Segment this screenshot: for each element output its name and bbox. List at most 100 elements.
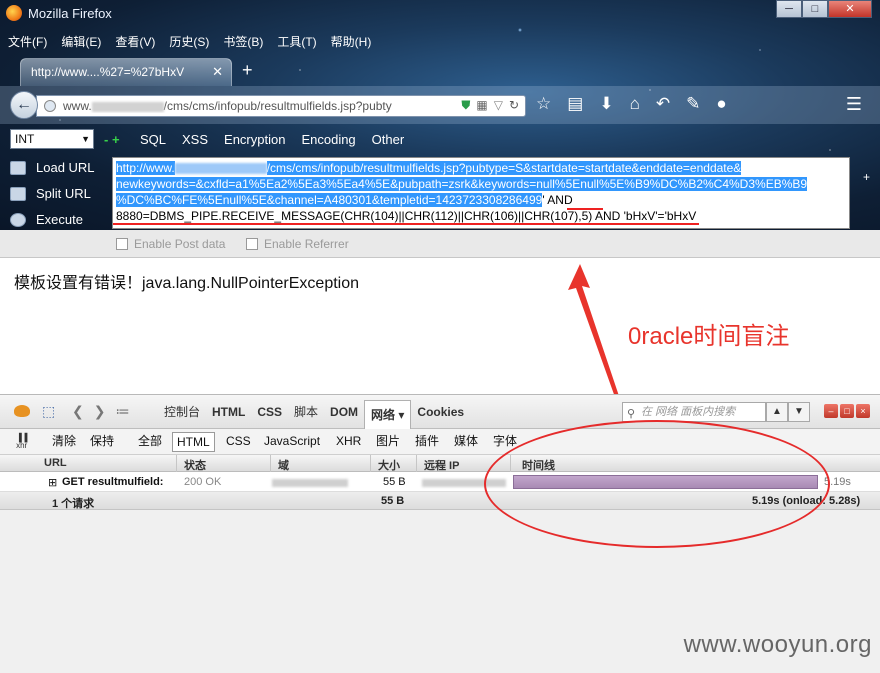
chevron-down-icon[interactable]: ▼ (788, 402, 810, 422)
hackbar-toolbar: INT ▼ - + SQL XSS Encryption Encoding Oth… (0, 124, 880, 154)
tab-css[interactable]: CSS (251, 395, 288, 429)
devtools-tabbar: ⬚ ❮ ❯ ≔ 控制台 HTML CSS 脚本 DOM 网络 ▾ Cookies… (0, 395, 880, 430)
detach-icon[interactable]: □ (840, 404, 854, 418)
chevron-down-icon: ▼ (81, 134, 90, 144)
menu-tools[interactable]: 工具(T) (277, 33, 316, 50)
hackbar-actions: Load URL Split URL Execute (0, 154, 110, 230)
reading-list-icon[interactable]: ▤ (567, 94, 583, 114)
next-icon[interactable]: ❯ (94, 403, 106, 420)
enable-post-checkbox[interactable] (116, 238, 128, 250)
filter-xhr[interactable]: XHR (332, 432, 365, 452)
hackbar-xss[interactable]: XSS (182, 132, 208, 147)
minimize-button[interactable]: ─ (776, 0, 802, 18)
menu-view[interactable]: 查看(V) (115, 33, 155, 50)
inspect-icon[interactable]: ⬚ (42, 403, 55, 420)
hackbar-other[interactable]: Other (372, 132, 405, 147)
shield-icon[interactable]: ⛊ (461, 98, 470, 113)
tab-close-icon[interactable]: ✕ (212, 64, 223, 80)
load-url-button[interactable]: Load URL (10, 160, 95, 175)
menu-bar: 文件(F) 编辑(E) 查看(V) 历史(S) 书签(B) 工具(T) 帮助(H… (8, 33, 371, 50)
highlight-ellipse (484, 420, 830, 548)
menu-history[interactable]: 历史(S) (169, 33, 209, 50)
post-options-bar: Enable Post data Enable Referrer (0, 230, 880, 258)
url-text: www./cms/cms/infopub/resultmulfields.jsp… (63, 99, 392, 113)
col-remote-ip[interactable]: 远程 IP (424, 457, 459, 473)
maximize-button[interactable]: □ (802, 0, 828, 18)
browser-chrome: Mozilla Firefox ─ □ ✕ 文件(F) 编辑(E) 查看(V) … (0, 0, 880, 230)
pause-xhr-icon[interactable]: ▐▐ xhr (16, 434, 27, 450)
error-message: 模板设置有错误！java.lang.NullPointerException (14, 275, 360, 292)
back-button[interactable]: ← (10, 91, 38, 119)
devtools-window-controls: – □ × (824, 404, 870, 418)
addon-icon[interactable]: ● (716, 94, 726, 114)
annotation-label: 0racle时间盲注 (628, 323, 790, 350)
command-line-icon[interactable]: ≔ (115, 403, 129, 420)
plus-minus-icon[interactable]: - + (104, 132, 120, 147)
home-icon[interactable]: ⌂ (630, 94, 640, 114)
watermark: www.wooyun.org (683, 631, 872, 658)
close-button[interactable]: ✕ (828, 0, 872, 18)
url-icons: ⛊ ▦ ▽ ↻ (461, 98, 519, 113)
enable-referrer-label: Enable Referrer (264, 237, 349, 251)
col-status[interactable]: 状态 (184, 457, 206, 473)
filter-plugins[interactable]: 插件 (411, 432, 443, 452)
hackbar-encryption[interactable]: Encryption (224, 132, 285, 147)
download-icon[interactable]: ⬇ (599, 94, 613, 114)
chevron-up-icon[interactable]: ▲ (766, 402, 788, 422)
reload-icon[interactable]: ↻ (509, 98, 519, 113)
menu-bookmarks[interactable]: 书签(B) (223, 33, 263, 50)
undo-icon[interactable]: ↶ (656, 94, 670, 114)
prev-icon[interactable]: ❮ (72, 403, 84, 420)
filter-media[interactable]: 媒体 (450, 432, 482, 452)
col-size[interactable]: 大小 (378, 457, 400, 473)
menu-edit[interactable]: 编辑(E) (61, 33, 101, 50)
col-domain[interactable]: 域 (278, 457, 289, 473)
annotation-arrow-icon (568, 264, 620, 400)
hackbar-encoding[interactable]: Encoding (301, 132, 355, 147)
filter-css[interactable]: CSS (222, 432, 255, 452)
bookmark-star-icon[interactable]: ☆ (536, 94, 551, 114)
tab-dom[interactable]: DOM (324, 395, 364, 429)
tab-html[interactable]: HTML (206, 395, 251, 429)
expand-icon[interactable]: ⊞ (48, 476, 57, 489)
filter-images[interactable]: 图片 (372, 432, 404, 452)
close-icon[interactable]: × (856, 404, 870, 418)
enable-referrer-checkbox[interactable] (246, 238, 258, 250)
firebug-icon[interactable] (14, 405, 30, 417)
firefox-logo-icon (6, 5, 22, 21)
qr-code-icon[interactable]: ▦ (476, 98, 487, 113)
redacted-host (174, 163, 267, 175)
request-count: 1 个请求 (52, 498, 95, 510)
url-bar[interactable]: www./cms/cms/infopub/resultmulfields.jsp… (36, 95, 526, 117)
filter-javascript[interactable]: JavaScript (260, 432, 324, 452)
tab-cookies[interactable]: Cookies (411, 395, 470, 429)
minimize-icon[interactable]: – (824, 404, 838, 418)
menu-help[interactable]: 帮助(H) (331, 33, 372, 50)
persist-button[interactable]: 保持 (86, 432, 118, 452)
dropdown-icon[interactable]: ▽ (494, 98, 503, 113)
menu-file[interactable]: 文件(F) (8, 33, 47, 50)
page-content: 模板设置有错误！java.lang.NullPointerException 0… (0, 258, 880, 394)
filter-html[interactable]: HTML (172, 432, 215, 452)
split-url-icon (10, 186, 26, 201)
clear-button[interactable]: 清除 (48, 432, 80, 452)
new-tab-button[interactable]: + (242, 60, 253, 81)
tab-current[interactable]: http://www....%27=%27bHxV ✕ (20, 58, 232, 86)
tab-script[interactable]: 脚本 (288, 395, 324, 429)
nav-bar: www./cms/cms/infopub/resultmulfields.jsp… (0, 86, 880, 124)
hackbar-sql[interactable]: SQL (140, 132, 166, 147)
scroll-indicator[interactable]: + (863, 170, 870, 184)
redacted-domain (91, 101, 164, 112)
tab-console[interactable]: 控制台 (158, 395, 206, 429)
hamburger-menu-icon[interactable]: ☰ (846, 94, 862, 115)
execute-button[interactable]: Execute (10, 212, 83, 227)
tab-network[interactable]: 网络 ▾ (364, 400, 412, 430)
request-status: 200 OK (184, 476, 222, 488)
type-select[interactable]: INT ▼ (10, 129, 94, 149)
col-url[interactable]: URL (44, 457, 67, 469)
filter-all[interactable]: 全部 (134, 432, 166, 452)
paint-icon[interactable]: ✎ (686, 94, 700, 114)
network-search-input[interactable]: ⚲ 在 网络 面板内搜索 (622, 402, 766, 422)
hackbar-url-textarea[interactable]: http://www./cms/cms/infopub/resultmulfie… (112, 157, 850, 229)
split-url-button[interactable]: Split URL (10, 186, 91, 201)
